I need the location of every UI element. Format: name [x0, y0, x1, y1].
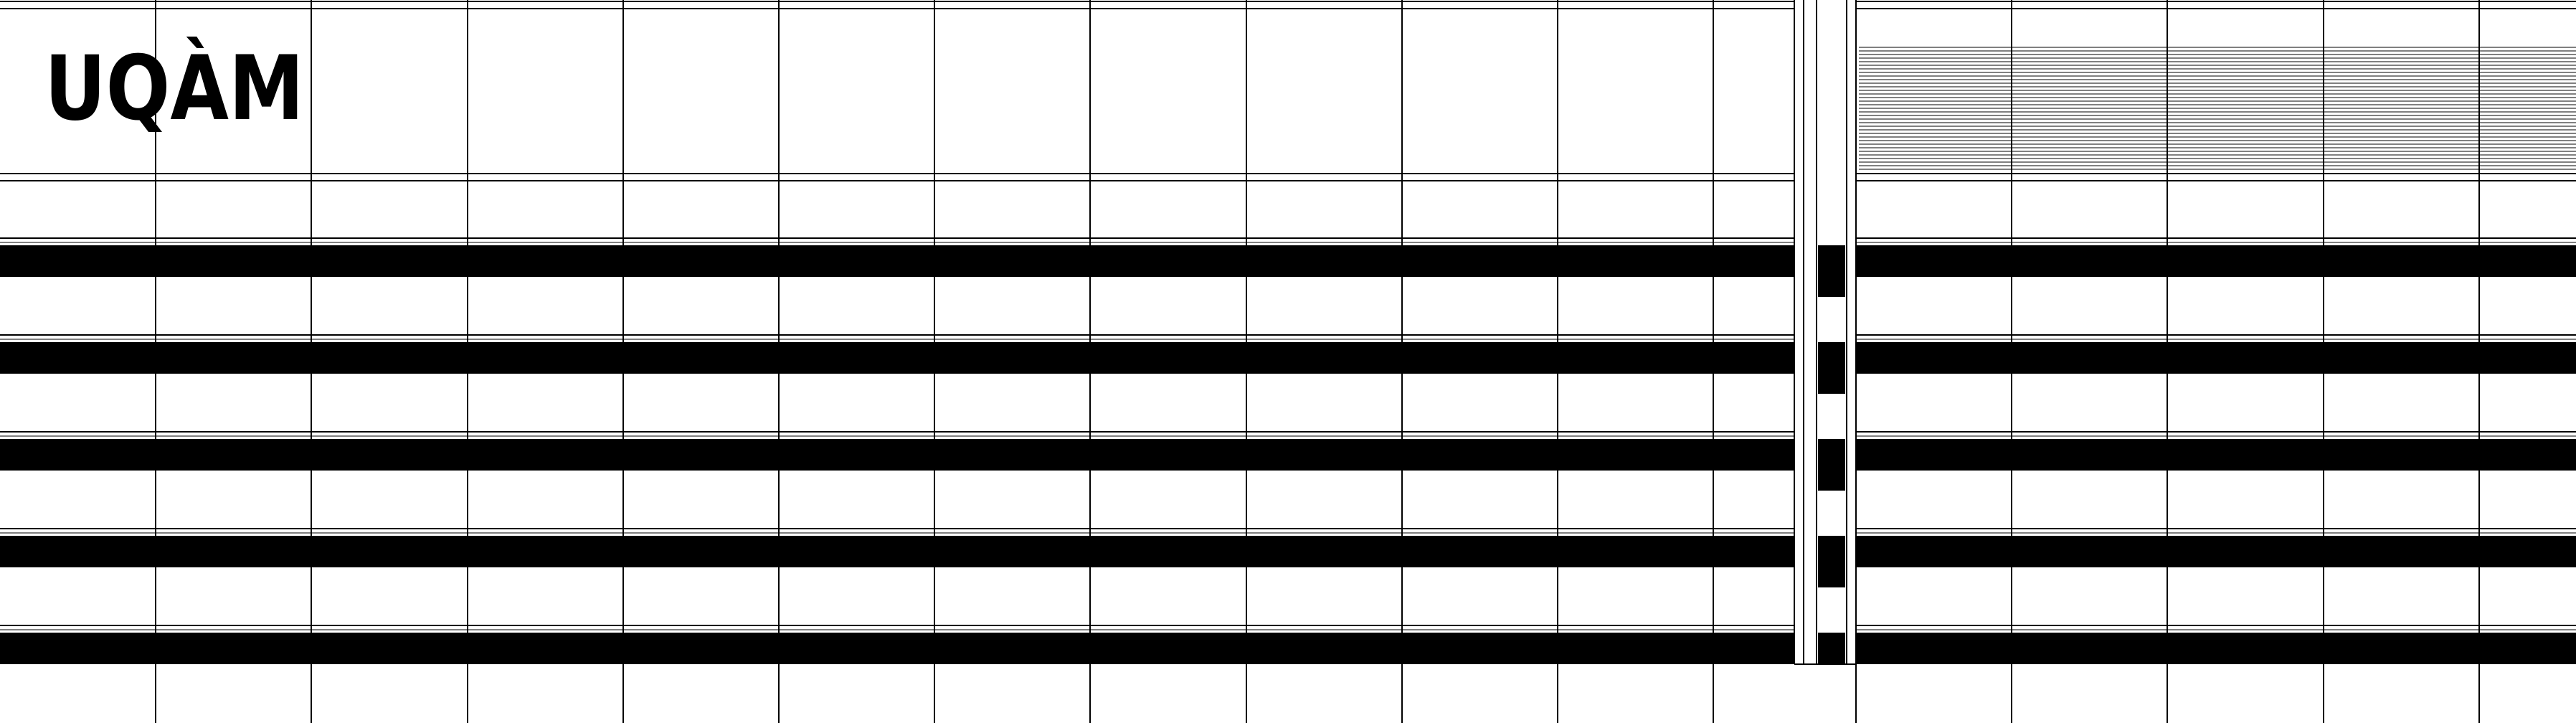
- center-pillar: [1794, 0, 1857, 665]
- checker-cell: [1818, 245, 1845, 297]
- grid-poster: UQÀM: [0, 0, 2576, 723]
- band-right: [1856, 245, 2576, 277]
- band-right: [1856, 536, 2576, 567]
- uqam-logo: UQÀM: [44, 35, 304, 141]
- checker-cell: [1818, 633, 1845, 664]
- band-left: [0, 245, 1794, 277]
- band-left: [0, 633, 1794, 664]
- band-left: [0, 536, 1794, 567]
- band-left: [0, 439, 1794, 471]
- band-left: [0, 342, 1794, 374]
- grid-artwork: UQÀM: [0, 0, 2576, 723]
- band-right: [1856, 342, 2576, 374]
- band-right: [1856, 439, 2576, 471]
- band-right: [1856, 633, 2576, 664]
- checker-cell: [1818, 439, 1845, 491]
- logo-wordmark: UQÀM: [44, 35, 304, 141]
- checker-cell: [1818, 342, 1845, 394]
- checker-cell: [1818, 536, 1845, 587]
- hatch-block: [1859, 47, 2576, 170]
